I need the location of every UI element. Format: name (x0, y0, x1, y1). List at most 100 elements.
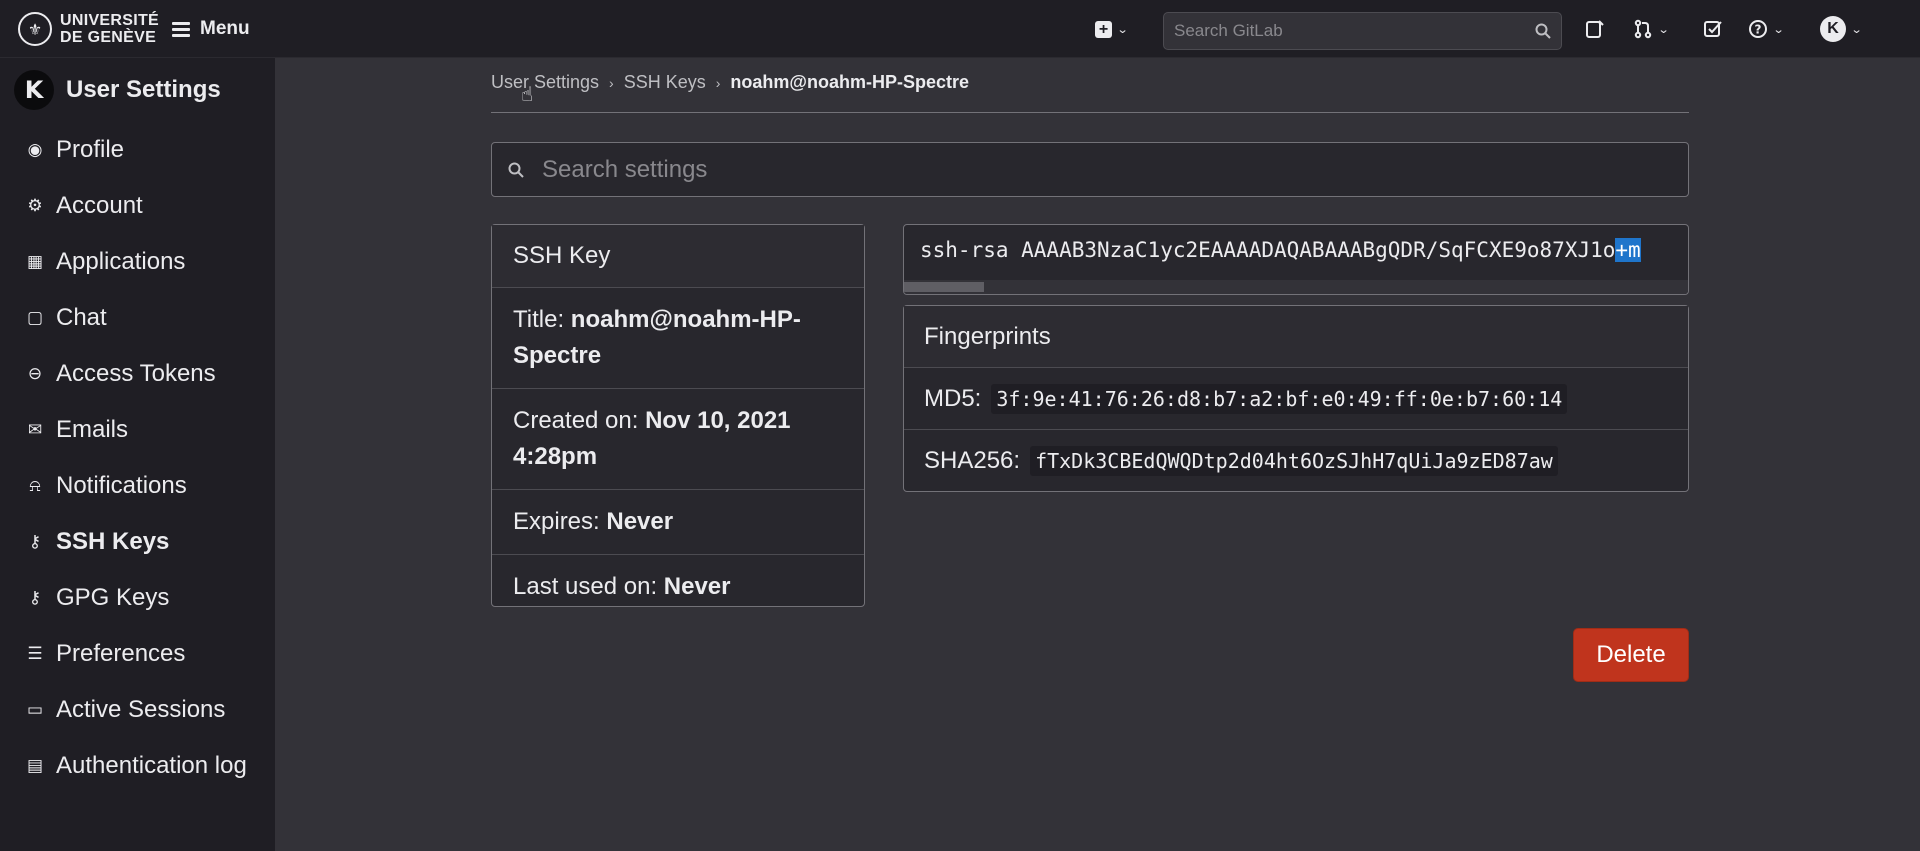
sha256-label: SHA256: (924, 447, 1021, 474)
ssh-key-card-header: SSH Key (492, 225, 864, 288)
chevron-down-icon: ⌄ (1850, 23, 1863, 36)
breadcrumb-ssh-keys[interactable]: SSH Keys (624, 72, 706, 93)
issues-button[interactable] (1585, 16, 1605, 42)
breadcrumb-divider (491, 112, 1689, 113)
sidebar-item-label: SSH Keys (56, 528, 170, 555)
breadcrumb-current[interactable]: noahm@noahm-HP-Spectre (730, 72, 969, 93)
sidebar-item-label: Access Tokens (56, 360, 216, 387)
sidebar-item-notifications[interactable]: ⍾ Notifications (0, 458, 275, 514)
search-icon (508, 162, 524, 178)
plus-square-icon: + (1095, 20, 1112, 38)
settings-sidebar: K User Settings ◉ Profile ⚙ Account ▦ Ap… (0, 58, 275, 851)
ssh-key-last-used-row: Last used on: Never (492, 555, 864, 619)
md5-value[interactable]: 3f:9e:41:76:26:d8:b7:a2:bf:e0:49:ff:0e:b… (991, 383, 1568, 414)
sidebar-item-ssh-keys[interactable]: ⚷ SSH Keys (0, 514, 275, 570)
created-label: Created on: (513, 407, 639, 434)
svg-text:?: ? (1755, 23, 1762, 37)
chevron-right-icon: › (609, 74, 614, 91)
sidebar-item-label: Profile (56, 136, 125, 163)
delete-button[interactable]: Delete (1573, 628, 1689, 682)
merge-requests-dropdown[interactable]: ⌄ (1633, 16, 1670, 42)
chevron-down-icon: ⌄ (1772, 23, 1785, 36)
applications-icon: ▦ (26, 252, 44, 271)
mouse-pointer-icon: ☝ (521, 84, 534, 106)
sidebar-item-authentication-log[interactable]: ▤ Authentication log (0, 738, 275, 794)
sidebar-item-label: Notifications (56, 472, 187, 499)
key-icon: ⚷ (28, 532, 42, 551)
fingerprints-card: Fingerprints MD5: 3f:9e:41:76:26:d8:b7:a… (903, 305, 1689, 492)
bell-icon: ⍾ (29, 476, 41, 495)
sidebar-item-emails[interactable]: ✉ Emails (0, 402, 275, 458)
sidebar-item-label: Active Sessions (56, 696, 226, 723)
public-key-box[interactable]: ssh-rsa AAAAB3NzaC1yc2EAAAADAQABAAABgQDR… (903, 224, 1689, 295)
sidebar-item-access-tokens[interactable]: ⊖ Access Tokens (0, 346, 275, 402)
todo-check-icon (1704, 21, 1722, 37)
scrollbar-thumb[interactable] (904, 282, 984, 292)
chevron-down-icon: ⌄ (1116, 23, 1129, 36)
md5-label: MD5: (924, 384, 982, 412)
expires-value: Never (606, 508, 674, 535)
account-icon: ⚙ (27, 196, 43, 215)
sidebar-item-label: GPG Keys (56, 584, 170, 611)
global-search-box[interactable] (1163, 12, 1562, 50)
hamburger-icon (172, 22, 190, 37)
search-icon[interactable] (1535, 23, 1551, 39)
fingerprints-header: Fingerprints (904, 306, 1688, 368)
sidebar-header[interactable]: K User Settings (14, 70, 221, 110)
sidebar-item-label: Emails (56, 416, 129, 443)
todos-button[interactable] (1703, 16, 1723, 42)
token-icon: ⊖ (27, 364, 43, 383)
monitor-icon: ▭ (26, 700, 44, 719)
sidebar-item-active-sessions[interactable]: ▭ Active Sessions (0, 682, 275, 738)
public-key-text[interactable]: ssh-rsa AAAAB3NzaC1yc2EAAAADAQABAAABgQDR… (920, 238, 1641, 262)
help-dropdown[interactable]: ? ⌄ (1748, 16, 1785, 42)
public-key-value: ssh-rsa AAAAB3NzaC1yc2EAAAADAQABAAABgQDR… (920, 238, 1616, 262)
settings-search-input[interactable] (542, 155, 1688, 184)
sha256-value[interactable]: fTxDk3CBEdQWQDtp2d04ht6OzSJhH7qUiJa9zED8… (1030, 446, 1558, 476)
sidebar-item-label: Applications (56, 248, 186, 275)
sidebar-item-gpg-keys[interactable]: ⚷ GPG Keys (0, 570, 275, 626)
settings-search-box[interactable] (491, 142, 1689, 197)
brand-line-2: DE GENÈVE (60, 29, 157, 46)
horizontal-scrollbar[interactable] (904, 280, 1688, 294)
title-label: Title: (513, 306, 565, 333)
brand-line-1: UNIVERSITÉ (60, 12, 160, 29)
md5-row: MD5: 3f:9e:41:76:26:d8:b7:a2:bf:e0:49:ff… (904, 368, 1688, 430)
merge-request-icon (1634, 19, 1652, 39)
menu-label: Menu (200, 18, 250, 39)
ssh-key-details-card: SSH Key Title: noahm@noahm-HP-Spectre Cr… (491, 224, 865, 607)
sidebar-item-label: Preferences (56, 640, 186, 667)
issues-icon (1586, 20, 1604, 38)
university-logo[interactable]: ⚜ UNIVERSITÉ DE GENÈVE (18, 12, 159, 46)
user-avatar: K (1820, 16, 1846, 42)
sidebar-item-applications[interactable]: ▦ Applications (0, 234, 275, 290)
chevron-right-icon: › (715, 74, 721, 91)
menu-button[interactable]: Menu (172, 14, 250, 44)
ssh-key-expires-row: Expires: Never (492, 490, 864, 555)
preferences-icon: ☰ (27, 644, 43, 663)
sidebar-item-preferences[interactable]: ☰ Preferences (0, 626, 275, 682)
sidebar-item-label: Account (56, 192, 143, 219)
sha256-row: SHA256: fTxDk3CBEdQWQDtp2d04ht6OzSJhH7qU… (904, 430, 1688, 492)
sidebar-item-account[interactable]: ⚙ Account (0, 178, 275, 234)
profile-icon: ◉ (27, 140, 43, 159)
expires-label: Expires: (513, 508, 600, 535)
sidebar-item-label: Authentication log (56, 752, 247, 779)
sidebar-item-label: Chat (56, 304, 107, 331)
ssh-key-created-row: Created on: Nov 10, 2021 4:28pm (492, 389, 864, 490)
sidebar-avatar: K (14, 70, 54, 110)
user-menu-dropdown[interactable]: K ⌄ (1820, 16, 1863, 42)
key-icon: ⚷ (28, 588, 42, 607)
global-search-input[interactable] (1174, 21, 1535, 41)
breadcrumb-user-settings[interactable]: User Settings (491, 72, 599, 93)
sidebar-item-chat[interactable]: ▢ Chat (0, 290, 275, 346)
university-seal-icon: ⚜ (18, 12, 52, 46)
last-used-label: Last used on: (513, 573, 658, 600)
breadcrumb: User Settings › SSH Keys › noahm@noahm-H… (491, 72, 969, 93)
sidebar-item-profile[interactable]: ◉ Profile (0, 122, 275, 178)
chevron-down-icon: ⌄ (1657, 23, 1670, 36)
new-item-dropdown[interactable]: + ⌄ (1095, 16, 1129, 42)
ssh-key-title-row: Title: noahm@noahm-HP-Spectre (492, 288, 864, 389)
help-icon: ? (1749, 20, 1767, 38)
last-used-value: Never (663, 573, 731, 600)
